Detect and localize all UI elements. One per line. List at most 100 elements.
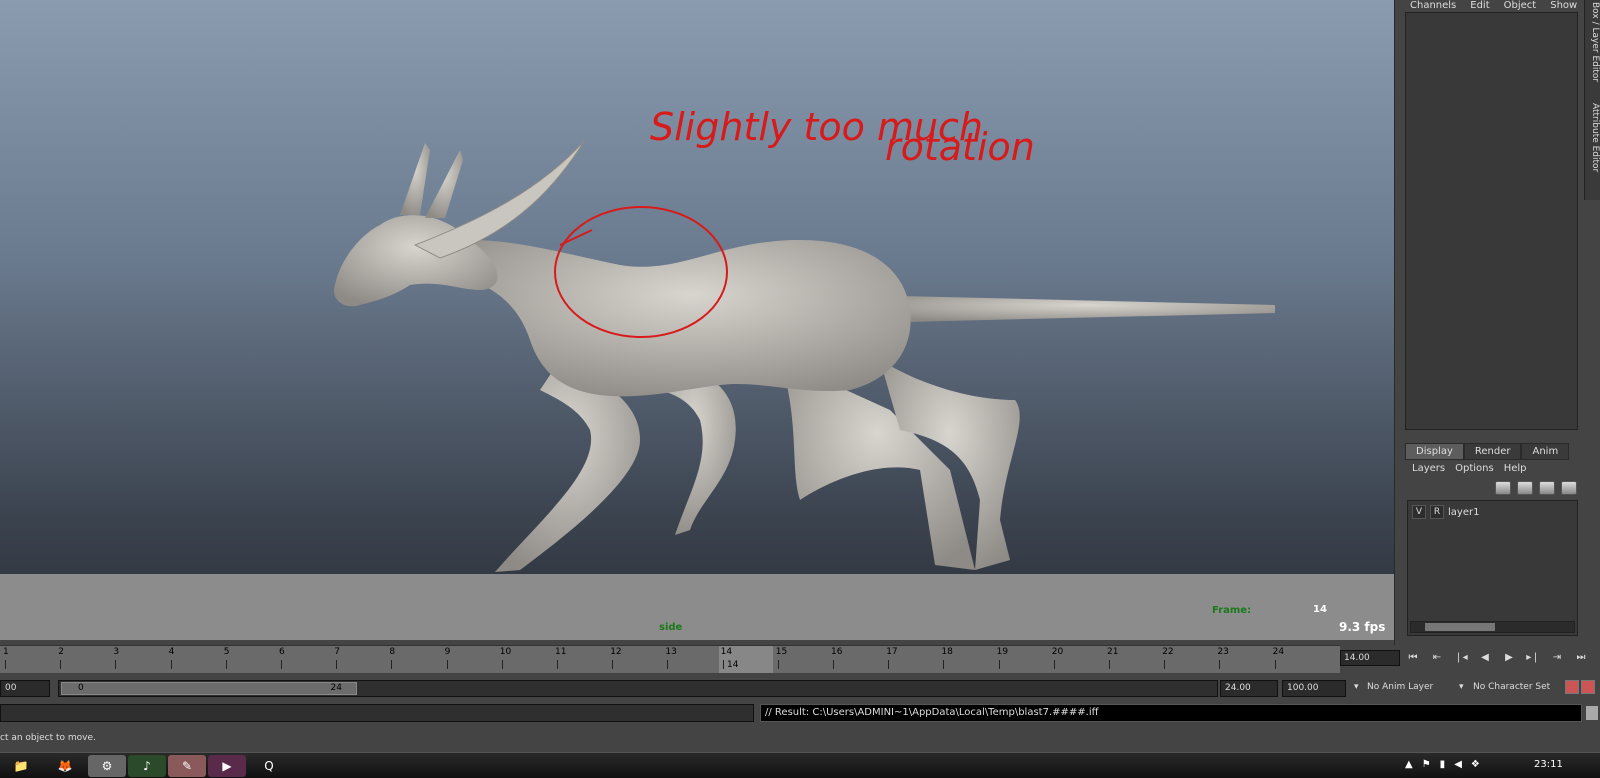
- frame-value: 14: [1313, 604, 1327, 615]
- camera-name: side: [659, 622, 683, 633]
- tick-label: 22: [1162, 647, 1174, 657]
- anim-layer-dropdown[interactable]: No Anim Layer: [1363, 680, 1453, 697]
- menu-help[interactable]: Help: [1504, 463, 1527, 474]
- paint-icon[interactable]: ✎: [168, 755, 206, 777]
- add-selected-icon[interactable]: [1539, 481, 1555, 495]
- channel-box-menu: Channels Edit Object Show: [1410, 0, 1577, 11]
- tab-layer-editor[interactable]: Box / Layer Editor: [1586, 2, 1600, 82]
- channel-box-area[interactable]: [1405, 12, 1578, 430]
- layer-editor-menu: Layers Options Help: [1412, 463, 1527, 474]
- go-to-start-icon[interactable]: ⏮: [1406, 652, 1420, 664]
- step-back-key-icon[interactable]: ⇤: [1430, 652, 1444, 664]
- tab-anim[interactable]: Anim: [1521, 443, 1570, 460]
- layer-editor-tabs: Display Render Anim: [1405, 443, 1570, 460]
- menu-options[interactable]: Options: [1455, 463, 1494, 474]
- annotation-line2: rotation: [885, 125, 1035, 169]
- clock[interactable]: 23:11: [1534, 759, 1563, 770]
- firefox-icon[interactable]: 🦊: [46, 755, 84, 777]
- play-forward-icon[interactable]: ▶: [1502, 652, 1516, 664]
- tick-label: 8: [389, 647, 396, 657]
- layer-list[interactable]: V R layer1: [1407, 500, 1578, 636]
- layer-options-icon[interactable]: [1561, 481, 1577, 495]
- layer-visibility-toggle[interactable]: V: [1412, 505, 1426, 519]
- command-result: // Result: C:\Users\ADMINI~1\AppData\Loc…: [760, 704, 1582, 722]
- tick-label: 16: [831, 647, 843, 657]
- layer-reference-toggle[interactable]: R: [1430, 505, 1444, 519]
- new-layer-icon[interactable]: [1495, 481, 1511, 495]
- tick-mark: [557, 660, 558, 669]
- volume-icon[interactable]: ◀: [1454, 759, 1462, 770]
- current-frame-sub: 14: [727, 660, 739, 670]
- menu-show[interactable]: Show: [1550, 0, 1577, 11]
- end-time-field[interactable]: 24.00: [1220, 680, 1278, 697]
- tick-mark: [722, 660, 724, 669]
- creature-body: [470, 240, 911, 397]
- creature-tail: [900, 296, 1275, 322]
- play-backward-icon[interactable]: ◀: [1478, 652, 1492, 664]
- current-time-field[interactable]: 14.00: [1340, 650, 1400, 666]
- tick-mark: [612, 660, 614, 669]
- tick-label: 1: [3, 647, 9, 657]
- tick-mark: [1109, 660, 1110, 669]
- step-forward-key-icon[interactable]: ⇥: [1550, 652, 1564, 664]
- tray-arrow-icon[interactable]: ▲: [1405, 759, 1413, 770]
- windows-taskbar: 📁 🦊 ⚙ ♪ ✎ ▶ Q ▲ ⚑ ▮ ◀ ❖ 23:11: [0, 752, 1600, 778]
- explorer-icon[interactable]: 📁: [2, 755, 40, 777]
- tick-mark: [60, 660, 62, 669]
- character-set-dropdown[interactable]: No Character Set: [1469, 680, 1563, 697]
- tab-render[interactable]: Render: [1463, 443, 1522, 460]
- layer-row[interactable]: V R layer1: [1412, 505, 1479, 519]
- menu-channels[interactable]: Channels: [1410, 0, 1456, 11]
- tick-label: 23: [1217, 647, 1229, 657]
- tick-mark: [501, 660, 503, 669]
- command-input[interactable]: [0, 704, 754, 722]
- maya-task-icon[interactable]: ⚙: [88, 755, 126, 777]
- menu-edit[interactable]: Edit: [1470, 0, 1489, 11]
- tick-mark: [1274, 660, 1276, 669]
- media-player-icon[interactable]: ▶: [208, 755, 246, 777]
- tick-mark: [1219, 660, 1221, 669]
- system-tray: ▲ ⚑ ▮ ◀ ❖: [1405, 759, 1480, 770]
- auto-key-icon[interactable]: [1565, 680, 1579, 694]
- start-time-field[interactable]: 00: [0, 680, 50, 697]
- range-slider-row: 00 0 24 24.00 100.00 ▾ No Anim Layer ▾ N…: [0, 679, 1600, 699]
- tick-label: 9: [444, 647, 451, 657]
- tab-attribute-editor[interactable]: Attribute Editor: [1586, 103, 1600, 172]
- quicktime-icon[interactable]: Q: [250, 755, 288, 777]
- 3d-viewport[interactable]: Slightly too much rotation side Frame: 1…: [0, 0, 1394, 640]
- dropbox-icon[interactable]: ❖: [1471, 759, 1480, 770]
- spotify-icon[interactable]: ♪: [128, 755, 166, 777]
- layer-stack-icon[interactable]: [1517, 481, 1533, 495]
- tick-label: 10: [499, 647, 512, 657]
- tick-mark: [225, 660, 227, 669]
- layer-name[interactable]: layer1: [1448, 507, 1479, 518]
- animation-prefs-icon[interactable]: [1581, 680, 1595, 694]
- tick-label: 21: [1107, 647, 1119, 657]
- tick-label: 24: [1272, 647, 1285, 657]
- range-bar[interactable]: 0 24: [61, 682, 357, 695]
- go-to-end-icon[interactable]: ⏭: [1574, 652, 1588, 664]
- time-slider[interactable]: 14 1 2 3 4 5 6 7 8 9 10 11 12 13 14 15 16 17 18 19 20 21 22 23…: [0, 645, 1340, 673]
- menu-object[interactable]: Object: [1504, 0, 1537, 11]
- network-icon[interactable]: ▮: [1440, 759, 1446, 770]
- tick-label: 20: [1051, 647, 1064, 657]
- flag-icon[interactable]: ⚑: [1422, 759, 1431, 770]
- tick-mark: [1053, 660, 1055, 669]
- step-forward-frame-icon[interactable]: ▸❘: [1526, 652, 1540, 664]
- tick-mark: [446, 660, 448, 669]
- range-slider[interactable]: 0 24: [58, 680, 1218, 697]
- creature-model[interactable]: Slightly too much rotation: [0, 0, 1394, 640]
- side-tab-strip: Box / Layer Editor Attribute Editor: [1584, 0, 1600, 200]
- script-editor-icon[interactable]: [1586, 706, 1598, 720]
- tick-mark: [336, 660, 338, 669]
- layer-scrollbar[interactable]: [1410, 621, 1575, 633]
- playback-end-field[interactable]: 100.00: [1282, 680, 1346, 697]
- tab-display[interactable]: Display: [1405, 443, 1464, 460]
- tick-mark: [115, 660, 117, 669]
- tick-label: 3: [113, 647, 120, 657]
- tick-label: 17: [886, 647, 898, 657]
- tick-mark: [777, 660, 779, 669]
- menu-layers[interactable]: Layers: [1412, 463, 1445, 474]
- step-back-frame-icon[interactable]: ❘◂: [1454, 652, 1468, 664]
- tick-label: 5: [223, 647, 230, 657]
